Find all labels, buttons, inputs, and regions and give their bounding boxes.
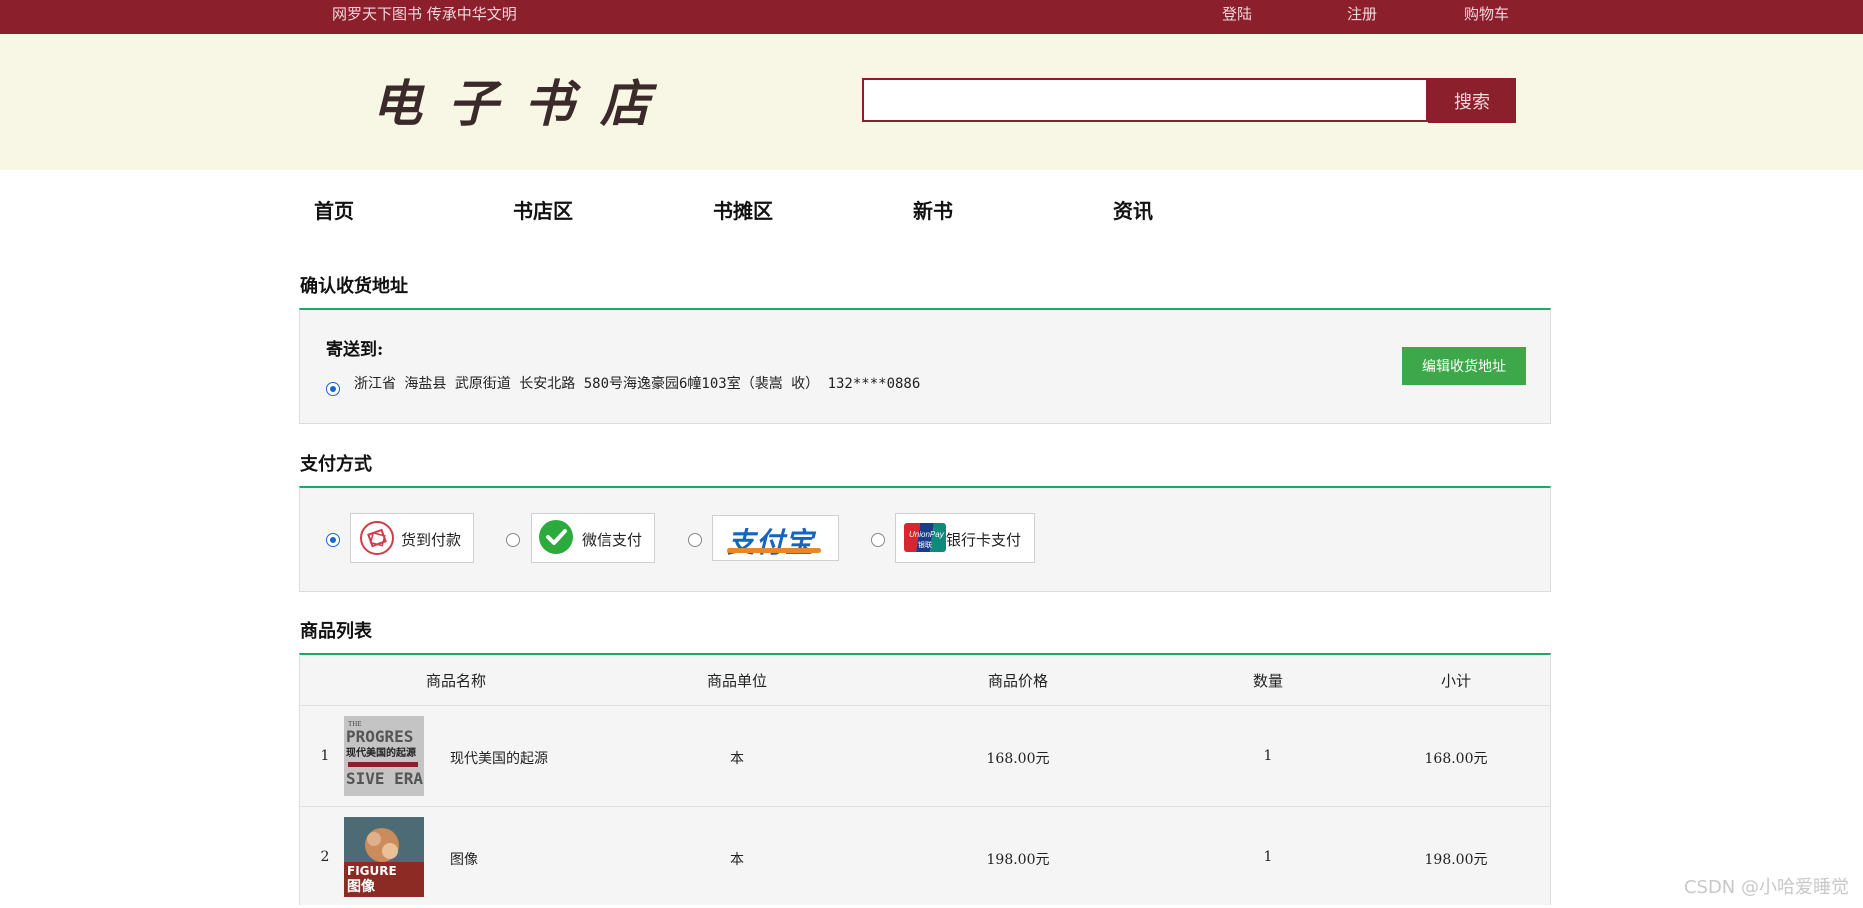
watermark: CSDN @小哈爱睡觉 [1683,877,1849,898]
product-price: 168.00元 [986,751,1050,767]
unionpay-icon: UnionPay 银联 [904,523,946,552]
address-box: 寄送到: 浙江省 海盐县 武原街道 长安北路 580号海逸豪园6幢103室（裴嵩… [299,308,1551,424]
edit-address-button[interactable]: 编辑收货地址 [1402,347,1526,385]
payment-radio-cod[interactable] [326,533,340,547]
column-header-subtotal: 小计 [1440,672,1472,690]
nav-item-home[interactable]: 首页 [314,195,354,224]
book-cover-text: SIVE ERA [346,769,423,788]
site-header: 电子书店 搜索 [0,34,1863,170]
alipay-logo-text: 支付宝 [727,526,815,559]
products-table: 商品名称 商品单位 商品价格 数量 小计 1 THE PROGRES 现代美国的… [299,653,1551,905]
product-name[interactable]: 图像 [450,849,478,869]
top-bar: 网罗天下图书 传承中华文明 登陆 注册 购物车 [0,0,1863,34]
payment-radio-wechat[interactable] [506,533,520,547]
nav-item-bookstall[interactable]: 书摊区 [713,195,773,224]
column-header-name: 商品名称 [425,672,487,690]
search-button[interactable]: 搜索 [1428,78,1516,123]
payment-option-label: 银行卡支付 [946,531,1022,549]
column-header-price: 商品价格 [987,672,1049,690]
payment-option-label: 货到付款 [401,531,462,549]
payment-box: 货到付款 微信支付 支付宝 UnionPay 银联 银行卡支付 [299,486,1551,592]
payment-section-title: 支付方式 [300,454,372,475]
product-name[interactable]: 现代美国的起源 [450,748,548,768]
table-row: 1 THE PROGRES 现代美国的起源 SIVE ERA 现代美国的起源 本… [300,705,1550,807]
address-radio[interactable] [326,382,340,396]
product-quantity: 1 [1263,849,1273,865]
book-cover-image[interactable]: THE PROGRES 现代美国的起源 SIVE ERA [344,716,424,796]
product-unit: 本 [730,852,744,868]
payment-option-wechat[interactable]: 微信支付 [531,513,655,563]
book-cover-image[interactable]: FIGURE 图像 [344,817,424,897]
products-section-title: 商品列表 [300,621,372,642]
address-section-title: 确认收货地址 [300,276,408,297]
ship-to-label: 寄送到: [326,340,384,360]
alipay-underline-icon [727,548,821,553]
book-cover-text: FIGURE [347,864,397,878]
product-subtotal: 168.00元 [1424,751,1488,767]
row-index: 2 [320,849,330,865]
nav-item-new-books[interactable]: 新书 [913,195,953,224]
payment-option-bankcard[interactable]: UnionPay 银联 银行卡支付 [895,513,1035,563]
table-row: 2 FIGURE 图像 图像 本 198.00元 1 198.00元 [300,806,1550,908]
register-link[interactable]: 注册 [1347,3,1377,24]
payment-option-alipay[interactable]: 支付宝 [712,515,839,561]
product-price: 198.00元 [986,852,1050,868]
payment-radio-alipay[interactable] [688,533,702,547]
row-index: 1 [320,748,330,764]
svg-text:UnionPay: UnionPay [909,530,945,539]
site-slogan: 网罗天下图书 传承中华文明 [332,5,517,23]
wechat-pay-icon [539,520,573,554]
svg-text:银联: 银联 [918,540,932,549]
payment-option-cod[interactable]: 货到付款 [350,513,474,563]
product-quantity: 1 [1263,748,1273,764]
book-cover-text: 现代美国的起源 [346,746,416,759]
payment-option-label: 微信支付 [582,531,643,549]
site-logo[interactable]: 电子书店 [372,64,676,136]
cash-on-delivery-icon [360,521,394,555]
column-header-unit: 商品单位 [706,672,768,690]
login-link[interactable]: 登陆 [1222,3,1252,24]
payment-radio-bankcard[interactable] [871,533,885,547]
address-text: 浙江省 海盐县 武原街道 长安北路 580号海逸豪园6幢103室（裴嵩 收） 1… [354,376,921,392]
alipay-logo: 支付宝 [727,521,814,561]
cart-link[interactable]: 购物车 [1464,3,1509,24]
nav-item-bookstore[interactable]: 书店区 [513,195,573,224]
product-subtotal: 198.00元 [1424,852,1488,868]
book-cover-text: PROGRES [346,727,413,746]
column-header-quantity: 数量 [1252,672,1284,690]
product-unit: 本 [730,751,744,767]
nav-item-news[interactable]: 资讯 [1113,195,1153,224]
table-header: 商品名称 商品单位 商品价格 数量 小计 [300,655,1550,705]
search-input[interactable] [862,78,1428,122]
book-cover-text: 图像 [347,878,376,895]
